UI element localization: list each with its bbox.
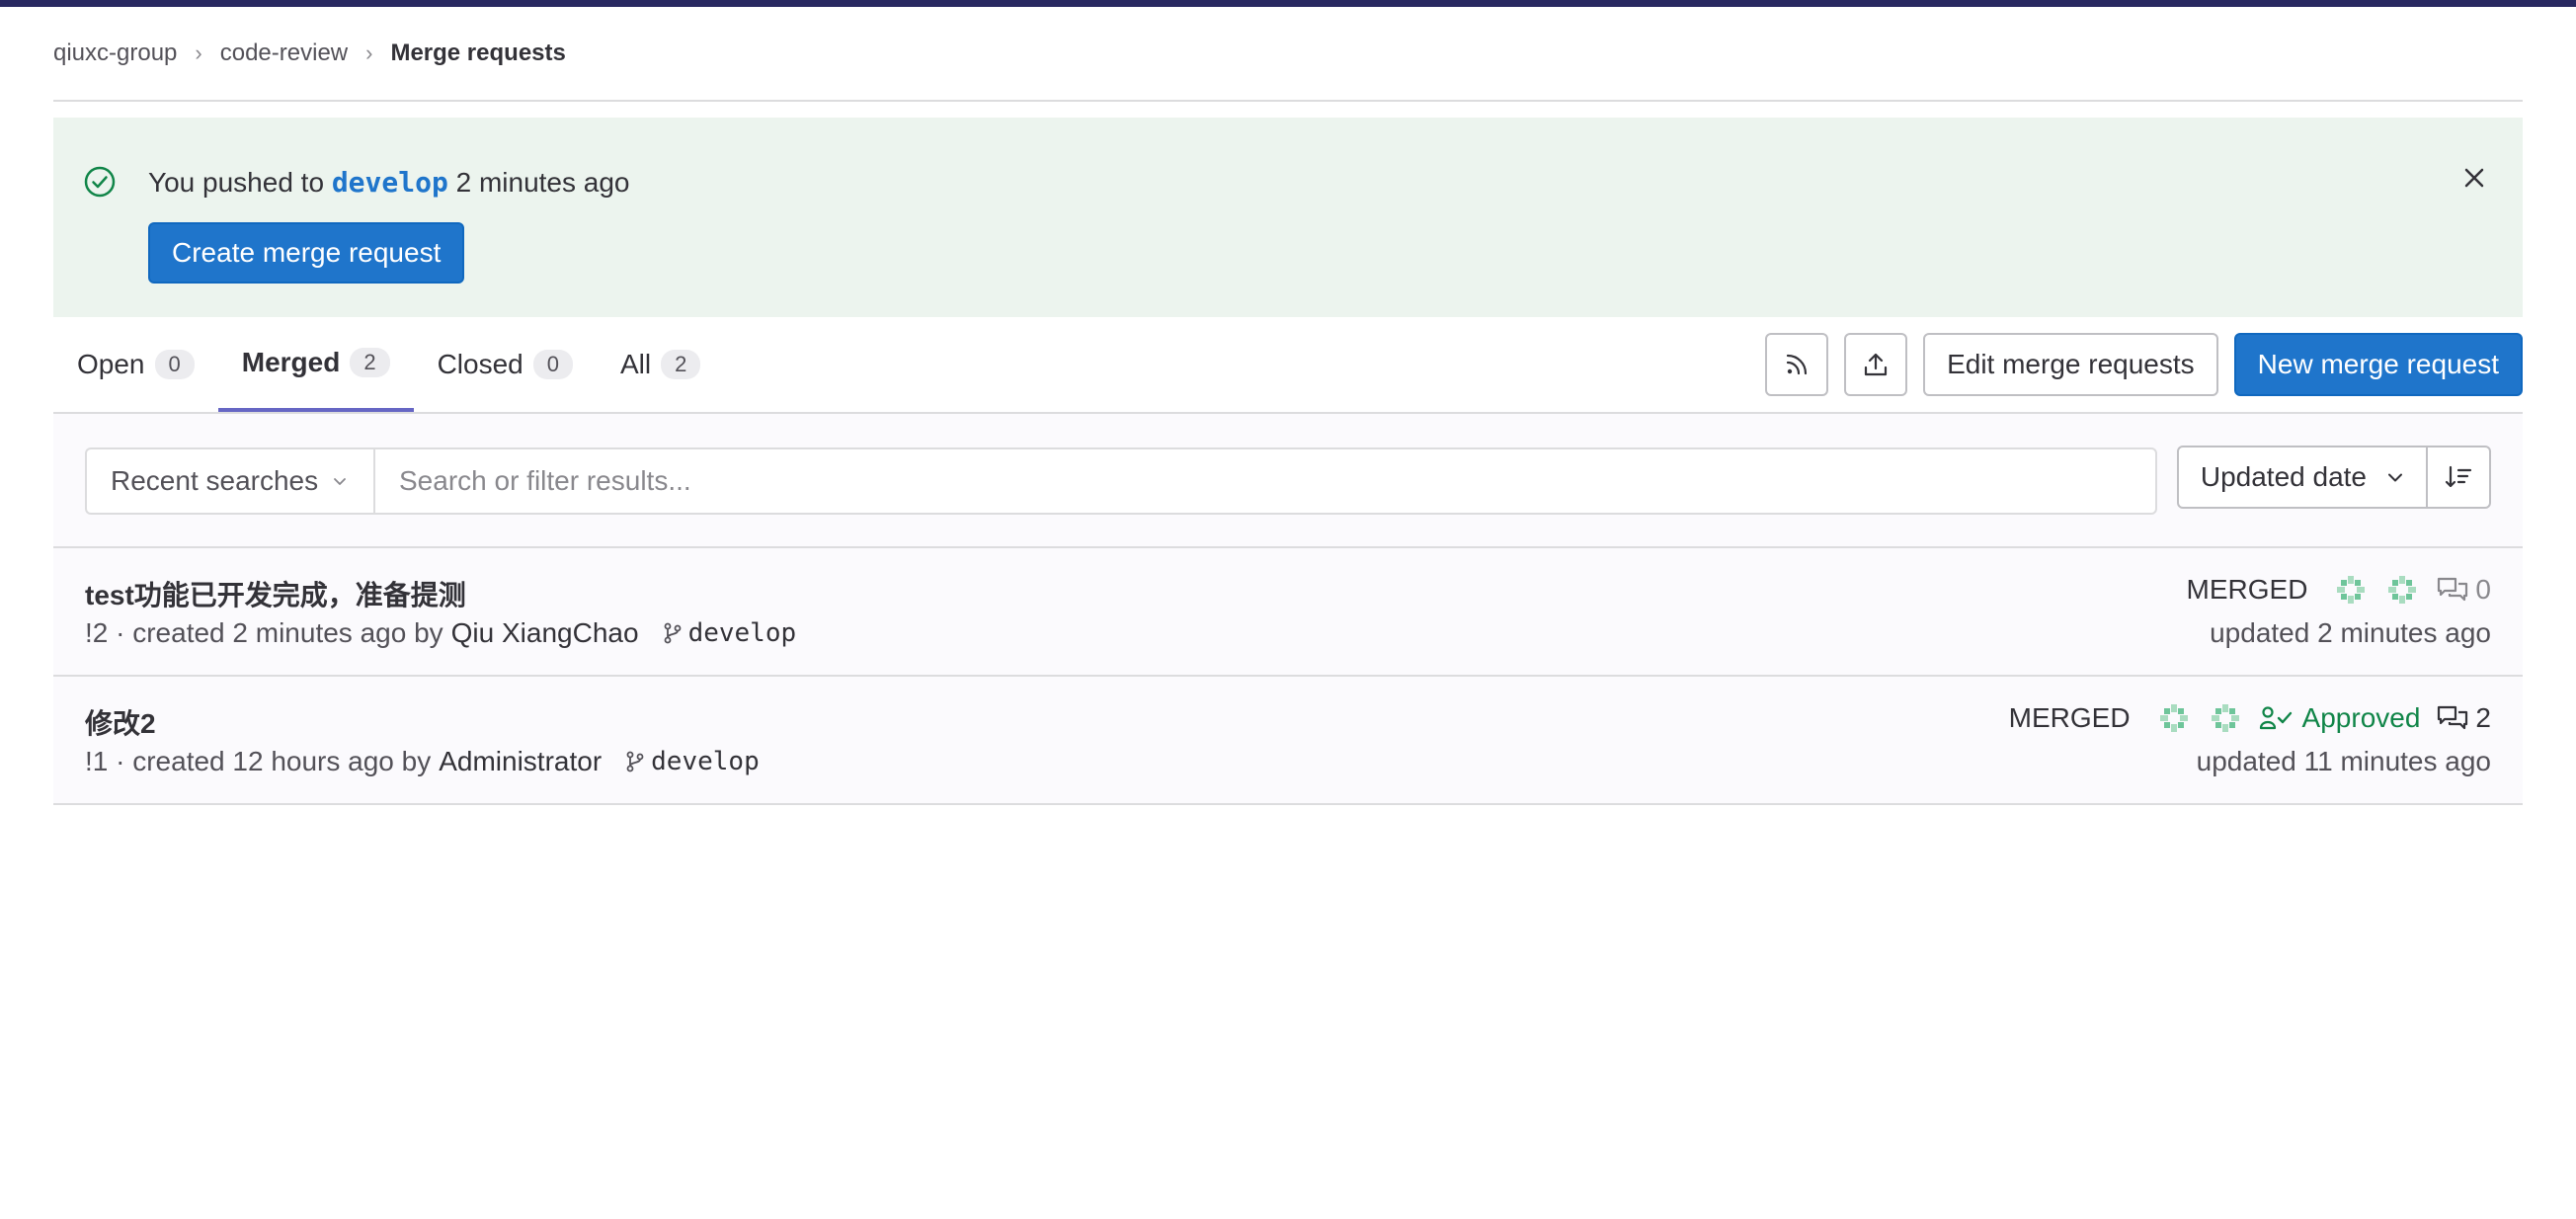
edit-merge-requests-button[interactable]: Edit merge requests — [1923, 333, 2218, 396]
author-link[interactable]: Qiu XiangChao — [451, 617, 639, 649]
count-badge: 0 — [532, 350, 573, 379]
comments-count[interactable]: 2 — [2436, 702, 2491, 734]
tab-merged[interactable]: Merged 2 — [217, 317, 414, 412]
tab-label: Closed — [437, 349, 523, 379]
sort-control: Updated date — [2176, 446, 2491, 509]
check-circle-icon — [84, 166, 116, 198]
merge-request-reference: !1 · created 12 hours ago by — [85, 746, 432, 776]
sort-dropdown[interactable]: Updated date — [2176, 446, 2428, 509]
sort-direction-button[interactable] — [2428, 446, 2491, 509]
comments-number: 2 — [2475, 702, 2491, 733]
branch-name: develop — [687, 618, 797, 648]
breadcrumb-current[interactable]: Merge requests — [390, 40, 565, 67]
approval-label: Approved — [2301, 702, 2421, 733]
merge-request-title[interactable]: test功能已开发完成，准备提测 — [85, 574, 466, 613]
comments-count[interactable]: 0 — [2436, 574, 2491, 606]
count-badge: 2 — [350, 348, 390, 377]
sort-lowest-icon — [2445, 465, 2472, 488]
count-badge: 0 — [154, 350, 195, 379]
alert-branch[interactable]: develop — [332, 166, 448, 199]
list-actions: Edit merge requests New merge request — [1765, 333, 2523, 396]
branch-icon — [664, 622, 681, 644]
merge-request-title[interactable]: 修改2 — [85, 702, 156, 742]
tab-all[interactable]: All 2 — [597, 317, 724, 412]
filter-bar: Recent searches Updated date — [53, 414, 2523, 548]
avatar[interactable] — [2156, 700, 2192, 736]
upload-icon — [1864, 353, 1888, 376]
recent-searches-dropdown[interactable]: Recent searches — [85, 447, 373, 515]
approval-icon — [2259, 706, 2292, 730]
alert-time: 2 minutes ago — [455, 167, 630, 198]
new-merge-request-button[interactable]: New merge request — [2233, 333, 2523, 396]
tab-label: Merged — [241, 347, 341, 377]
updated-time: updated 2 minutes ago — [2210, 617, 2491, 648]
sort-label: Updated date — [2200, 461, 2367, 492]
approval-status[interactable]: Approved — [2259, 702, 2421, 734]
merge-request-row[interactable]: test功能已开发完成，准备提测 !2 · created 2 minutes … — [53, 548, 2523, 677]
chevron-down-icon — [334, 478, 347, 485]
merge-request-reference: !2 · created 2 minutes ago by — [85, 617, 443, 648]
merge-request-status-area: MERGED 0 — [2187, 572, 2491, 608]
push-alert: You pushed to develop 2 minutes ago Crea… — [53, 118, 2523, 317]
branch-icon — [626, 751, 644, 772]
avatar[interactable] — [2384, 572, 2420, 608]
rss-icon — [1786, 354, 1808, 375]
status-badge: MERGED — [2008, 702, 2131, 733]
chevron-right-icon: › — [365, 41, 373, 65]
updated-time: updated 11 minutes ago — [2196, 746, 2491, 776]
rss-button[interactable] — [1765, 333, 1829, 396]
target-branch[interactable]: develop — [663, 618, 797, 648]
breadcrumb-group[interactable]: qiuxc-group — [53, 40, 177, 67]
chevron-down-icon — [2388, 473, 2402, 482]
merge-request-status-area: MERGED Approved 2 — [2009, 700, 2491, 736]
comments-icon — [2438, 705, 2468, 730]
tabs-row: Open 0 Merged 2 Closed 0 All 2 Edit merg… — [53, 317, 2523, 414]
page-content: qiuxc-group › code-review › Merge reques… — [53, 7, 2523, 805]
tab-closed[interactable]: Closed 0 — [414, 317, 597, 412]
target-branch[interactable]: develop — [625, 747, 760, 776]
recent-searches-label: Recent searches — [111, 465, 319, 496]
create-merge-request-button[interactable]: Create merge request — [148, 222, 465, 284]
avatar[interactable] — [2333, 572, 2369, 608]
merge-request-meta: !1 · created 12 hours ago by Administrat… — [85, 746, 760, 777]
tab-open[interactable]: Open 0 — [53, 317, 218, 412]
merge-request-meta: !2 · created 2 minutes ago by Qiu XiangC… — [85, 617, 796, 649]
breadcrumb-project[interactable]: code-review — [220, 40, 348, 67]
top-bar — [0, 0, 2576, 7]
tab-label: Open — [77, 349, 145, 379]
comments-number: 0 — [2475, 574, 2491, 605]
tab-label: All — [620, 349, 652, 379]
chevron-right-icon: › — [195, 41, 202, 65]
branch-name: develop — [651, 747, 760, 776]
count-badge: 2 — [661, 350, 701, 379]
comments-icon — [2438, 577, 2468, 602]
avatar[interactable] — [2208, 700, 2243, 736]
author-link[interactable]: Administrator — [439, 746, 602, 777]
breadcrumb: qiuxc-group › code-review › Merge reques… — [53, 7, 2523, 102]
close-icon[interactable] — [2459, 163, 2489, 193]
export-button[interactable] — [1844, 333, 1908, 396]
alert-message: You pushed to develop 2 minutes ago — [148, 165, 630, 201]
status-badge: MERGED — [2186, 574, 2308, 605]
alert-prefix: You pushed to — [148, 167, 325, 198]
merge-request-row[interactable]: 修改2 !1 · created 12 hours ago by Adminis… — [53, 677, 2523, 805]
search-input[interactable] — [373, 447, 2157, 515]
